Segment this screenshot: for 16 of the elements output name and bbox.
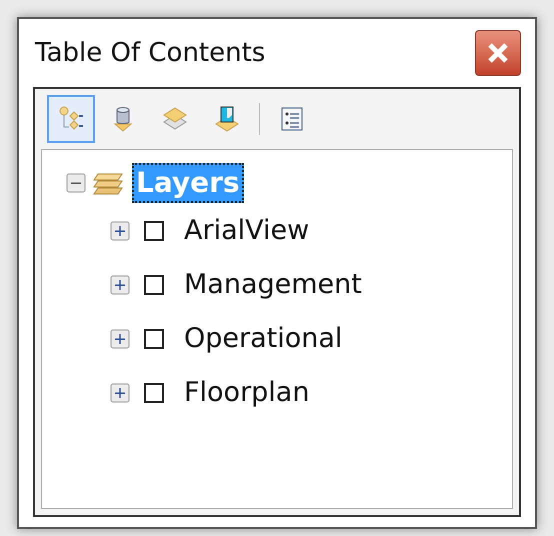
checkbox[interactable] — [144, 221, 164, 241]
expand-icon[interactable] — [110, 275, 130, 295]
collapse-icon[interactable] — [66, 173, 86, 193]
expand-icon[interactable] — [110, 221, 130, 241]
window-title: Table Of Contents — [34, 36, 266, 70]
layer-label[interactable]: ArialView — [184, 210, 310, 252]
expand-icon[interactable] — [110, 383, 130, 403]
checkbox[interactable] — [144, 383, 164, 403]
layer-label[interactable]: Operational — [184, 318, 342, 360]
close-icon — [486, 42, 510, 64]
close-button[interactable] — [475, 30, 521, 76]
checkbox[interactable] — [144, 275, 164, 295]
checkbox[interactable] — [144, 329, 164, 349]
layer-label[interactable]: Floorplan — [184, 372, 310, 414]
layer-label[interactable]: Management — [184, 264, 362, 306]
expand-icon[interactable] — [110, 329, 130, 349]
